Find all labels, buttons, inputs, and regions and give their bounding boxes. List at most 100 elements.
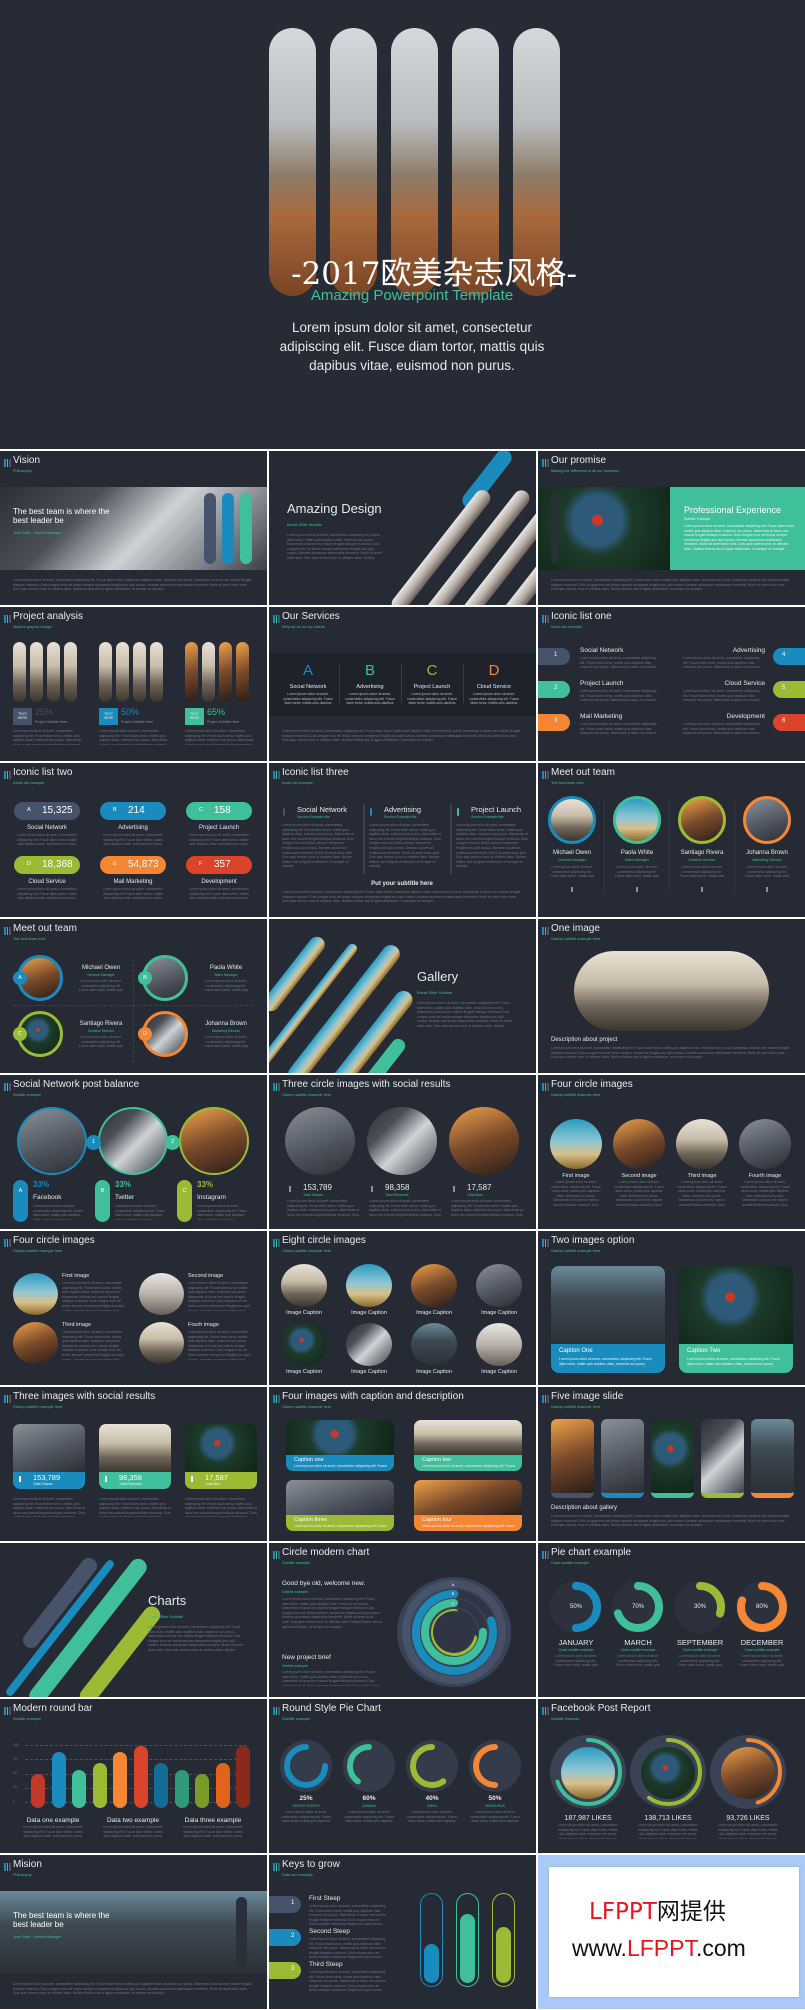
slide-thumbnail-iconic-list-three[interactable]: Iconic list three Iconic list example Soci… [269, 763, 536, 917]
slide-thumbnail-meet-out-team[interactable]: Meet out team The best team ever A Michael … [0, 919, 267, 1073]
decor-pill [222, 493, 234, 564]
item-title: Development [726, 713, 765, 720]
slide-thumbnail-social-network-post-balance[interactable]: Social Network post balance Subtitle exam… [0, 1075, 267, 1229]
body-text: Lorem ipsum dolor sit amet, consectetur … [62, 1281, 124, 1311]
stat-label: Total likes [467, 1193, 483, 1197]
bar-group-label: Data three example [184, 1817, 242, 1824]
value: 158 [214, 804, 231, 816]
percent: 65% [207, 707, 226, 717]
likes-count: 93,726 LIKES [726, 1815, 770, 1822]
title-bars-icon [273, 1551, 281, 1559]
service-label: Advertising [356, 684, 384, 690]
label: Cloud Service [28, 879, 66, 885]
caption-panel: Caption four Lorem ipsum dolor sit amet, … [414, 1515, 522, 1531]
item-title: Social Network [297, 805, 348, 814]
author: Jane Smith - General Manager [13, 531, 61, 535]
slide-thumbnail-circle-modern-chart[interactable]: Circle modern chart Subtitle example Good … [269, 1543, 536, 1697]
slide-thumbnail-our-services[interactable]: Our Services Why we do for our clients A So… [269, 607, 536, 761]
slide-thumbnail-iconic-list-one[interactable]: Iconic list one Iconic list example 1 Socia… [538, 607, 805, 761]
slide-thumbnail-facebook-post-report[interactable]: Facebook Post Report Subtitle Example 187,… [538, 1699, 805, 1853]
slide-thumbnail-gallery[interactable]: Gallery Break Slide Subtitle Lorem ipsum d… [269, 919, 536, 1073]
slide-title: Modern round bar [13, 1703, 93, 1714]
ad-url[interactable]: www.LFPPT.com [572, 1935, 746, 1962]
slide-thumbnail-amazing-design[interactable]: Amazing Design Break Slide Subtitle Lorem … [269, 451, 536, 605]
slide-thumbnail-iconic-list-two[interactable]: Iconic list two Iconic list example A 15,32… [0, 763, 267, 917]
label: Advertising [118, 825, 148, 831]
country: UNITED STATES [292, 1804, 320, 1808]
badge: TEXT HERE [99, 708, 118, 725]
tube-fill [460, 1914, 475, 1983]
slide-thumbnail-one-image[interactable]: One image Gallery subtitle example here De… [538, 919, 805, 1073]
slide-thumbnail-four-images-with-caption-and-description[interactable]: Four images with caption and description… [269, 1387, 536, 1541]
progress-tube [492, 1893, 515, 1987]
slide-thumbnail-meet-out-team[interactable]: Meet out team The best team ever Michael O… [538, 763, 805, 917]
slide-thumbnail-eight-circle-images[interactable]: Eight circle images Gallery subtitle exam… [269, 1231, 536, 1385]
letter: D [143, 1030, 147, 1037]
body-text: Lorem ipsum dolor sit amet, consectetur … [282, 1597, 382, 1629]
label: Mail Marketing [113, 879, 153, 885]
slide-thumbnail-project-analysis[interactable]: Project analysis Modern graphic design TEX… [0, 607, 267, 761]
sub: Subtitle example [282, 1590, 308, 1594]
slide-thumbnail-four-circle-images[interactable]: Four circle images Gallery subtitle examp… [538, 1075, 805, 1229]
body-text: Lorem ipsum dolor sit amet, consectetur … [740, 1180, 790, 1206]
image-caption: Image Caption [286, 1369, 322, 1375]
letter: E [113, 861, 117, 867]
photo-strip [99, 642, 112, 702]
divider [604, 799, 605, 893]
gridline [25, 1745, 247, 1746]
photo [185, 1424, 257, 1472]
progress-tube [420, 1893, 443, 1987]
service-icon [283, 808, 285, 816]
slide-thumbnail-vision[interactable]: Vision Philosophy The best team is where t… [0, 451, 267, 605]
image-caption: Image Caption [286, 1310, 322, 1316]
body-text: Lorem ipsum dolor sit amet, consectetur … [553, 1654, 599, 1668]
slide-thumbnail-five-image-slide[interactable]: Five image slide Gallery subtitle example… [538, 1387, 805, 1541]
body-text: Lorem ipsum dolor sit amet, consectetur … [422, 1464, 515, 1469]
slide-thumbnail-three-circle-images-with-social-results[interactable]: Three circle images with social results G… [269, 1075, 536, 1229]
percent: 33% [115, 1180, 132, 1189]
percent: 33% [197, 1180, 214, 1189]
photo [411, 1264, 457, 1307]
slide-thumbnail-two-images-option[interactable]: Two images option Gallery subtitle exampl… [538, 1231, 805, 1385]
network-label: Instagram [197, 1194, 226, 1201]
slide-thumbnail-ad[interactable]: LFPPT网提供 www.LFPPT.com [538, 1855, 805, 2009]
member-role: General Manager [558, 858, 586, 862]
slide-thumbnail-our-promise[interactable]: Our promise Making the difference in all … [538, 451, 805, 605]
slide-thumbnail-four-circle-images[interactable]: Four circle images Gallery subtitle examp… [0, 1231, 267, 1385]
slide-thumbnail-charts[interactable]: Charts Break Slide Subtitle Lorem ipsum do… [0, 1543, 267, 1697]
slide-thumbnail-modern-round-bar[interactable]: Modern round bar Subtitle example 100 75 50 2… [0, 1699, 267, 1853]
image-title: Third image [687, 1173, 717, 1179]
photo [139, 1273, 184, 1315]
body-text: Lorem ipsum dolor sit amet, consectetur … [580, 722, 660, 736]
step-number: 3 [291, 1966, 295, 1972]
body-text: Lorem ipsum dolor sit amet, consectetur … [456, 823, 528, 869]
body-text: Lorem ipsum dolor sit amet, consectetur … [551, 578, 790, 592]
break-title: Amazing Design [287, 501, 382, 516]
slide-thumbnail-keys-to-grow[interactable]: Keys to grow Data one example 1 First Steep… [269, 1855, 536, 2009]
photo [346, 1323, 392, 1366]
image-card: Caption three Lorem ipsum dolor sit amet,… [286, 1480, 394, 1531]
break-title: Gallery [417, 969, 459, 984]
bar [113, 1752, 127, 1808]
likes-arc [714, 1738, 782, 1806]
body-text: Lorem ipsum dolor sit amet, consectetur … [287, 1199, 360, 1217]
member-name: Michael Owen [81, 965, 120, 971]
slide-thumbnail-round-style-pie-chart[interactable]: Round Style Pie Chart Subtitle example 25%… [269, 1699, 536, 1853]
step-badge: 2 [165, 1135, 180, 1150]
caption-panel: Caption three Lorem ipsum dolor sit amet,… [286, 1515, 394, 1531]
title-bars-icon [542, 459, 550, 467]
title-bars-icon [542, 1551, 550, 1559]
axis-tick: 100 [13, 1742, 19, 1747]
caption: Caption one [294, 1457, 324, 1463]
item-subtitle: Service Example title [297, 815, 330, 819]
photo [13, 1322, 58, 1364]
body-text: Lorem ipsum dolor sit amet, consectetur … [717, 1823, 779, 1839]
slide-thumbnail-three-images-with-social-results[interactable]: Three images with social results Gallery … [0, 1387, 267, 1541]
body-text: Lorem ipsum dolor sit amet, consectetur … [417, 1001, 512, 1027]
slide-thumbnail-mision[interactable]: Mision Philosophy The best team is where t… [0, 1855, 267, 2009]
caption-panel: Caption One Lorem ipsum dolor sit amet, c… [551, 1344, 665, 1373]
slide-thumbnail-pie-chart-example[interactable]: Pie chart example Chart subtitle example 5… [538, 1543, 805, 1697]
service-letter: A [302, 662, 313, 679]
tube-fill [424, 1944, 439, 1983]
percent: 25% [35, 707, 54, 717]
